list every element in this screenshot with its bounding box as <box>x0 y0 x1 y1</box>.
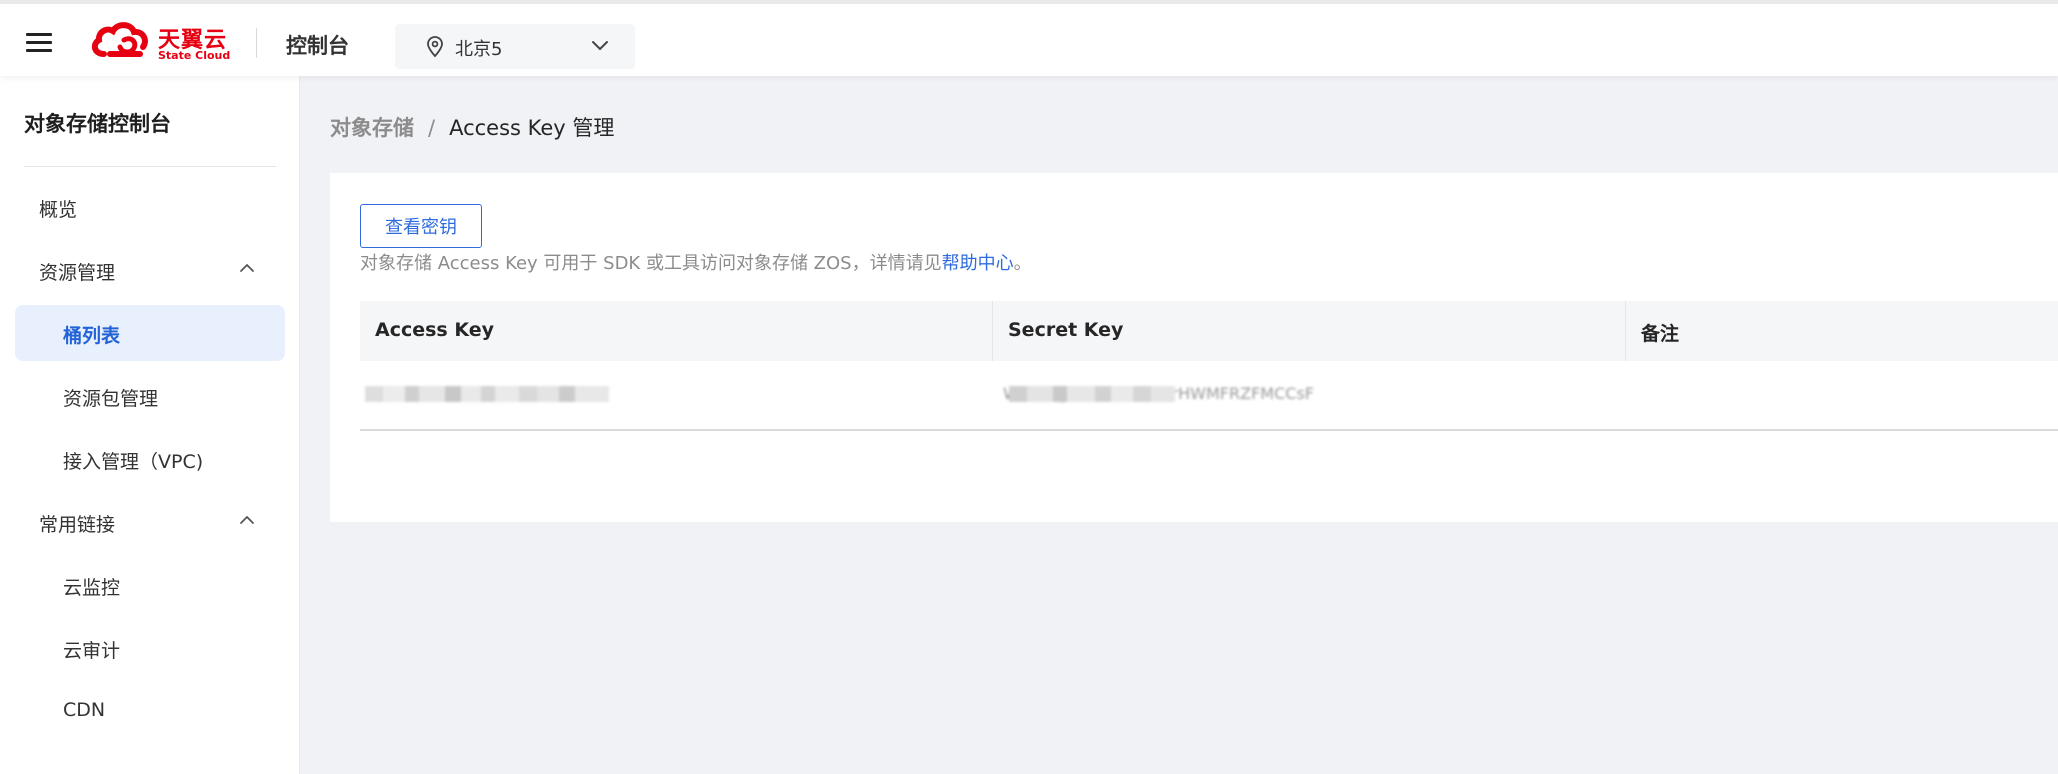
sidebar-item-label: 云监控 <box>63 577 121 599</box>
sidebar-item-cloud-monitor[interactable]: 云监控 <box>15 557 285 613</box>
masked-blocks <box>1009 385 1175 403</box>
sidebar-item-label: 常用链接 <box>39 514 116 536</box>
access-key-table: Access Key Secret Key 备注 WPfcrHWMFRZFMCC… <box>360 301 2058 431</box>
secret-key-masked-value[interactable]: W......QyRrLZRs WPfcrHWMFRZFMCCsF <box>1003 385 1483 403</box>
breadcrumb-current: Access Key 管理 <box>449 116 615 140</box>
access-key-masked-value[interactable] <box>365 385 609 403</box>
hamburger-menu-icon[interactable] <box>26 33 52 53</box>
chevron-up-icon <box>240 264 254 272</box>
console-title[interactable]: 控制台 <box>286 30 349 60</box>
top-bar: 天翼云 State Cloud 控制台 北京5 <box>0 0 2058 76</box>
help-center-link[interactable]: 帮助中心 <box>942 253 1014 274</box>
sidebar-group-common-links[interactable]: 常用链接 <box>15 494 285 550</box>
sidebar-item-resource-package[interactable]: 资源包管理 <box>15 368 285 424</box>
table-header: Access Key Secret Key 备注 <box>360 301 2058 361</box>
column-header-label: Secret Key <box>1008 319 1124 341</box>
sidebar: 对象存储控制台 概览 资源管理 桶列表 资源包管理 接入管理（VPC) 常用链接… <box>0 76 300 774</box>
region-selector[interactable]: 北京5 <box>395 24 635 69</box>
masked-blocks <box>365 385 609 403</box>
remark-cell <box>1626 361 2058 429</box>
sidebar-item-label: 概览 <box>39 199 78 221</box>
secret-key-cell: W......QyRrLZRs WPfcrHWMFRZFMCCsF <box>993 361 1626 429</box>
sidebar-item-overview[interactable]: 概览 <box>15 179 285 235</box>
table-row: W......QyRrLZRs WPfcrHWMFRZFMCCsF <box>360 361 2058 431</box>
logo-text-en: State Cloud <box>158 49 231 62</box>
column-header-remark: 备注 <box>1626 301 2058 361</box>
column-header-access-key: Access Key <box>360 301 993 361</box>
chevron-down-icon <box>592 41 608 50</box>
chevron-up-icon <box>240 516 254 524</box>
column-header-secret-key: Secret Key <box>993 301 1626 361</box>
header-divider <box>256 28 257 58</box>
sidebar-title: 对象存储控制台 <box>24 112 171 136</box>
sidebar-group-resource-management[interactable]: 资源管理 <box>15 242 285 298</box>
breadcrumb-separator: / <box>428 116 436 140</box>
breadcrumb-parent-link[interactable]: 对象存储 <box>330 116 414 140</box>
breadcrumb: 对象存储 / Access Key 管理 <box>330 112 614 142</box>
location-pin-icon <box>427 36 443 58</box>
sidebar-item-label: 资源包管理 <box>63 388 159 410</box>
column-header-label: Access Key <box>375 319 495 341</box>
sidebar-item-bucket-list[interactable]: 桶列表 <box>15 305 285 361</box>
sidebar-divider <box>24 166 276 167</box>
sidebar-item-cloud-audit[interactable]: 云审计 <box>15 620 285 676</box>
state-cloud-logo[interactable]: 天翼云 State Cloud <box>90 20 230 64</box>
cloud-logo-icon <box>91 22 148 57</box>
description-text: 对象存储 Access Key 可用于 SDK 或工具访问对象存储 ZOS，详情… <box>360 253 942 274</box>
sidebar-item-vpc-access[interactable]: 接入管理（VPC) <box>15 431 285 487</box>
access-key-card: 查看密钥 对象存储 Access Key 可用于 SDK 或工具访问对象存储 Z… <box>330 173 2058 522</box>
sidebar-item-label: CDN <box>63 699 106 721</box>
region-value: 北京5 <box>455 39 503 60</box>
access-key-cell <box>360 361 993 429</box>
view-key-button[interactable]: 查看密钥 <box>360 204 482 248</box>
column-header-label: 备注 <box>1641 323 1680 345</box>
sidebar-item-cdn[interactable]: CDN <box>15 683 285 739</box>
sidebar-item-label: 云审计 <box>63 640 121 662</box>
sidebar-item-label: 接入管理（VPC) <box>63 451 204 473</box>
sidebar-item-label: 资源管理 <box>39 262 116 284</box>
access-key-description: 对象存储 Access Key 可用于 SDK 或工具访问对象存储 ZOS，详情… <box>360 249 1032 275</box>
sidebar-item-label: 桶列表 <box>63 325 121 347</box>
description-suffix: 。 <box>1013 253 1032 274</box>
